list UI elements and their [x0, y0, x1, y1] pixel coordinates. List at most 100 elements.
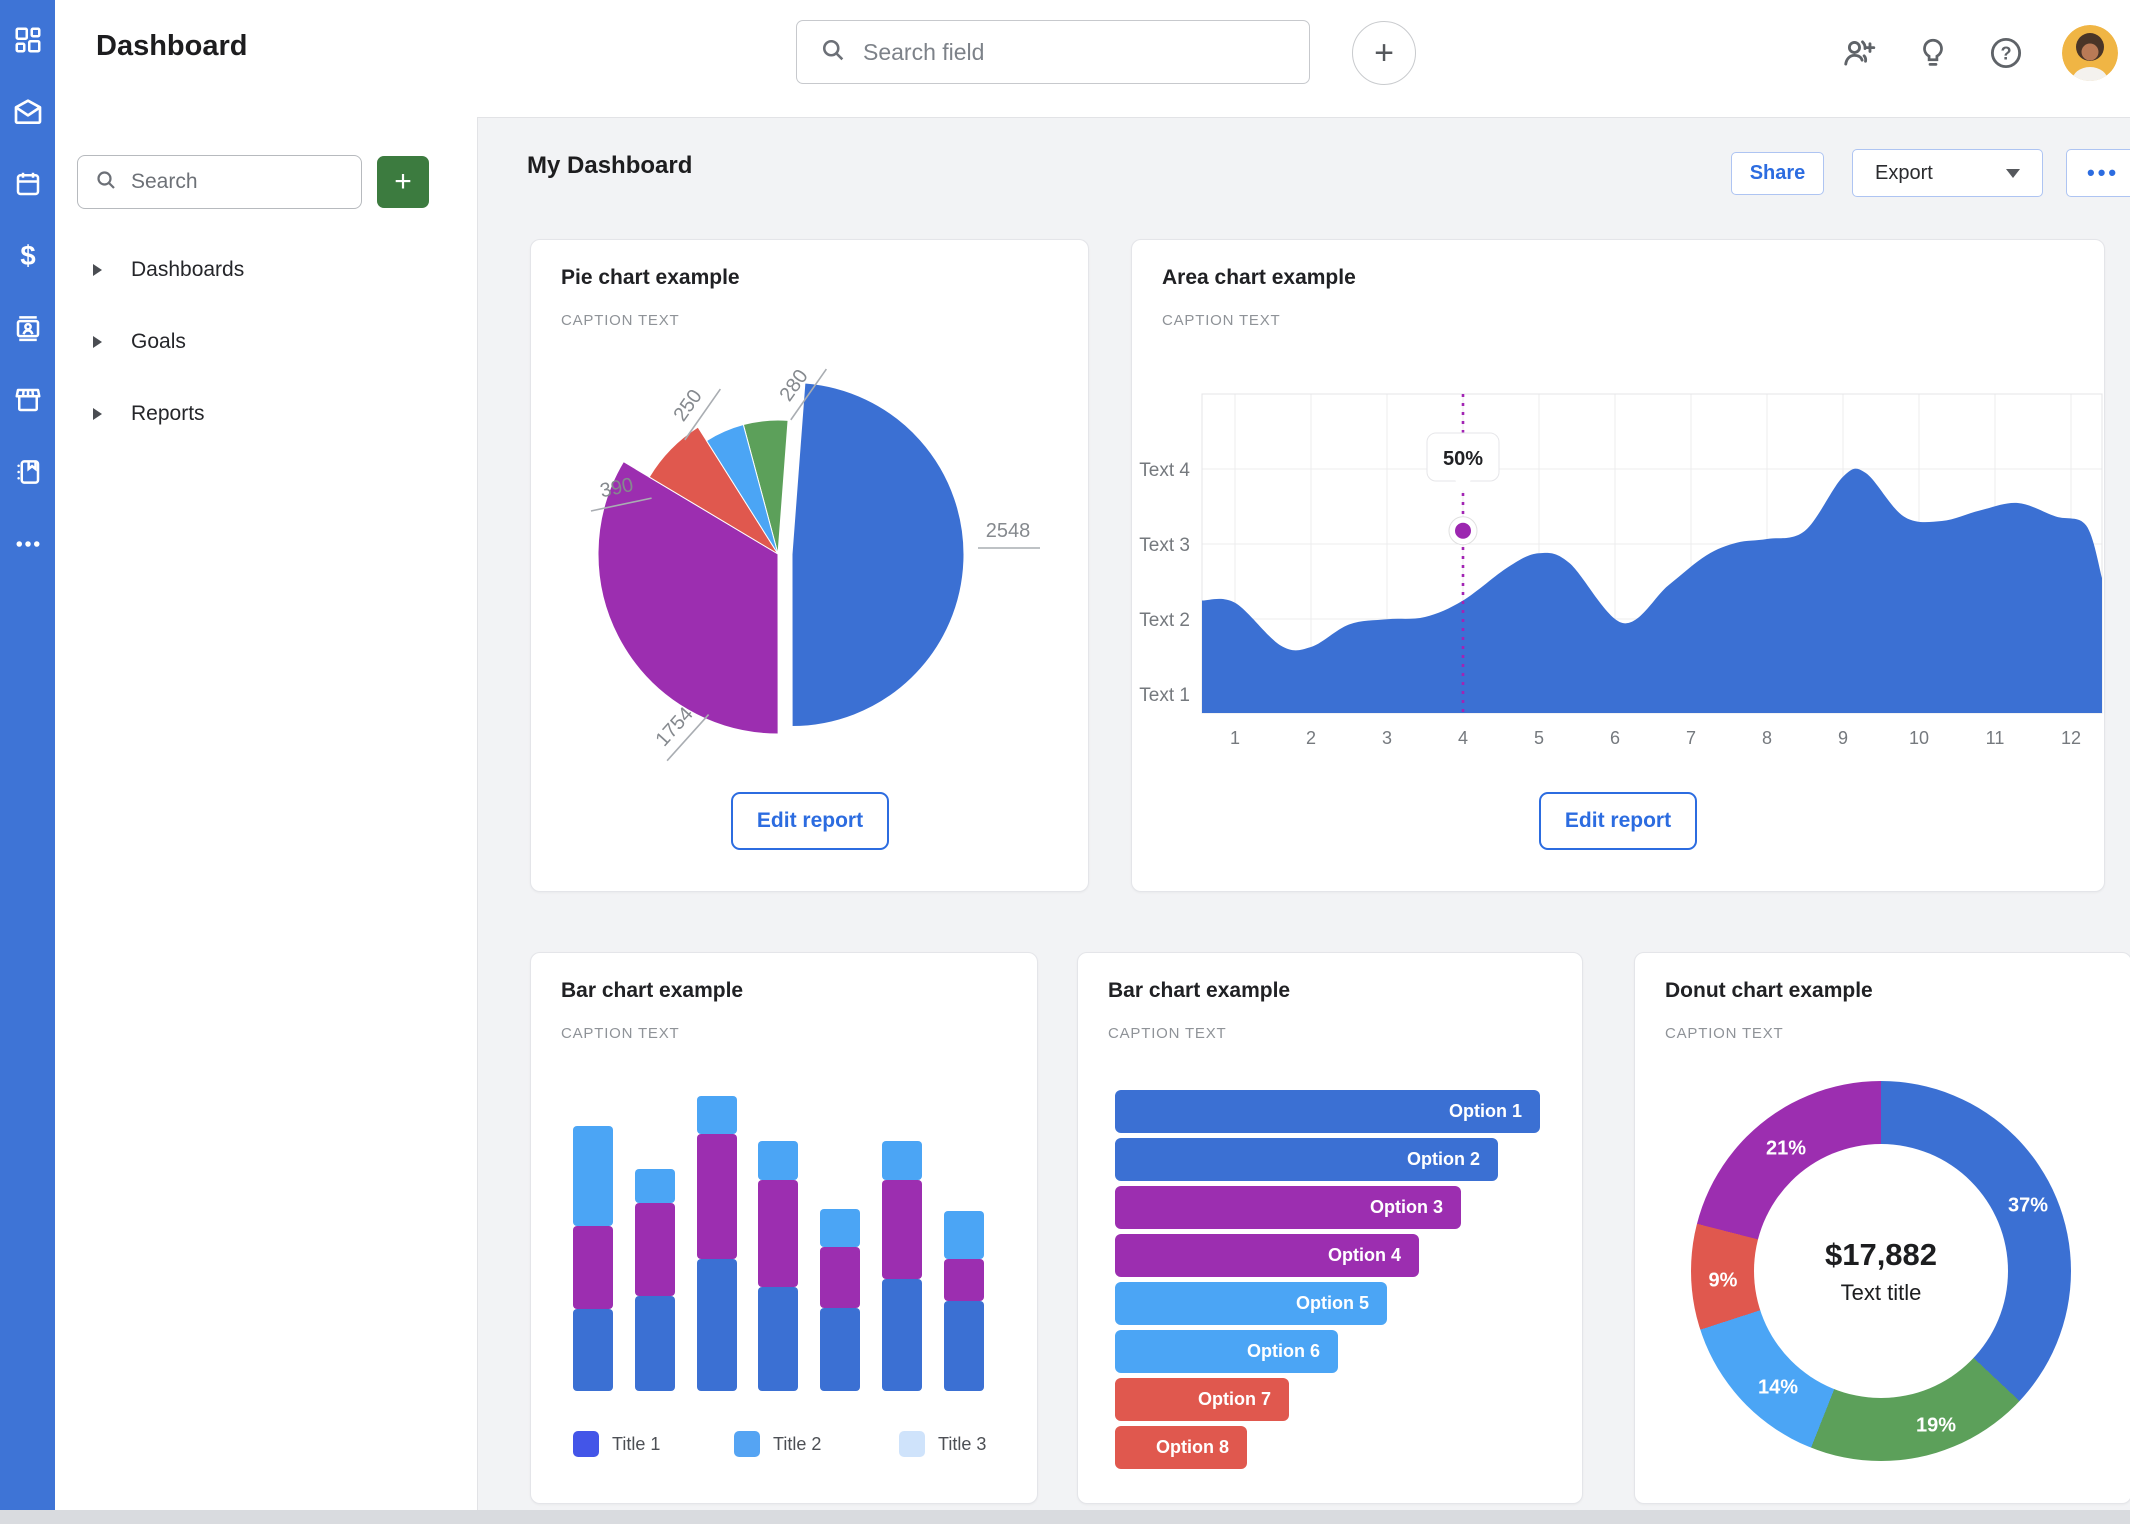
edit-report-button[interactable]: Edit report: [1539, 792, 1697, 850]
sidebar-item-goals[interactable]: Goals: [55, 314, 477, 370]
area-chart-card: Area chart example CAPTION TEXT Text 4Te…: [1131, 239, 2105, 892]
user-avatar[interactable]: [2062, 25, 2118, 81]
horizontal-bar-chart-card: Bar chart example CAPTION TEXT Option 1O…: [1077, 952, 1583, 1504]
svg-text:250: 250: [670, 386, 707, 426]
donut-percentage-label: 21%: [1766, 1138, 1806, 1161]
lightbulb-icon[interactable]: [1913, 33, 1953, 73]
bar-segment: [820, 1209, 860, 1247]
x-axis-label: 2: [1306, 728, 1316, 748]
x-axis-label: 10: [1909, 728, 1929, 748]
bar-segment: [820, 1247, 860, 1308]
card-title: Bar chart example: [1108, 979, 1290, 1003]
top-header: Dashboard Search field +: [0, 0, 2130, 118]
help-icon[interactable]: ?: [1986, 33, 2026, 73]
pie-slice-label: 2548: [978, 520, 1040, 548]
legend-swatch: [573, 1431, 599, 1457]
y-axis-label: Text 4: [1139, 460, 1190, 481]
pie-slice-label: 250: [662, 373, 720, 440]
chevron-right-icon[interactable]: [93, 336, 102, 348]
header-actions: ?: [1840, 33, 2026, 73]
bar-segment: [573, 1126, 613, 1226]
export-button[interactable]: Export: [1852, 149, 2043, 197]
chevron-right-icon[interactable]: [93, 264, 102, 276]
donut-percentage-label: 37%: [2008, 1195, 2048, 1218]
bar-segment: [820, 1308, 860, 1391]
legend-item: Title 1: [573, 1431, 660, 1457]
hbar-row: Option 2: [1115, 1138, 1498, 1181]
window-bottom-edge: [0, 1510, 2130, 1524]
chevron-down-icon: [2006, 169, 2020, 178]
card-title: Donut chart example: [1665, 979, 1873, 1003]
hbar-row: Option 5: [1115, 1282, 1387, 1325]
tooltip-pointer: [1455, 480, 1471, 491]
search-icon: [94, 168, 118, 197]
inbox-icon[interactable]: [12, 96, 44, 128]
global-search-input[interactable]: Search field: [796, 20, 1310, 84]
bar-segment: [697, 1096, 737, 1134]
card-caption: CAPTION TEXT: [1108, 1025, 1227, 1042]
bar-segment: [635, 1296, 675, 1391]
legend-item: Title 3: [899, 1431, 986, 1457]
x-axis-label: 3: [1382, 728, 1392, 748]
sidebar-search-input[interactable]: Search: [77, 155, 362, 209]
x-axis-label: 1: [1230, 728, 1240, 748]
donut-center-value: $17,882: [1825, 1237, 1937, 1273]
add-button[interactable]: +: [1352, 21, 1416, 85]
bar-segment: [944, 1259, 984, 1301]
sidebar-search-placeholder: Search: [131, 170, 198, 194]
legend-swatch: [899, 1431, 925, 1457]
donut-percentage-label: 9%: [1709, 1270, 1738, 1293]
sidebar-item-label: Goals: [131, 330, 186, 354]
legend-item: Title 2: [734, 1431, 821, 1457]
finance-icon[interactable]: $: [12, 240, 44, 272]
x-axis-label: 12: [2061, 728, 2081, 748]
legend-label: Title 1: [612, 1434, 660, 1455]
sidebar-item-reports[interactable]: Reports: [55, 386, 477, 442]
hbar-row: Option 6: [1115, 1330, 1338, 1373]
sidebar-item-dashboards[interactable]: Dashboards: [55, 242, 477, 298]
legend-label: Title 2: [773, 1434, 821, 1455]
x-axis-label: 7: [1686, 728, 1696, 748]
x-axis-label: 8: [1762, 728, 1772, 748]
chevron-right-icon[interactable]: [93, 408, 102, 420]
legend-label: Title 3: [938, 1434, 986, 1455]
donut-chart-card: Donut chart example CAPTION TEXT $17,882…: [1634, 952, 2130, 1504]
bar-segment: [573, 1226, 613, 1309]
y-axis-label: Text 2: [1139, 610, 1190, 631]
hbar-row: Option 7: [1115, 1378, 1289, 1421]
svg-text:$: $: [20, 241, 35, 271]
contacts-icon[interactable]: [12, 312, 44, 344]
nav-rail: $: [0, 0, 55, 1510]
bar-segment: [758, 1141, 798, 1180]
sidebar-item-label: Reports: [131, 402, 205, 426]
x-axis-label: 9: [1838, 728, 1848, 748]
page-title: Dashboard: [96, 30, 247, 63]
legend-swatch: [734, 1431, 760, 1457]
y-axis-label: Text 3: [1139, 535, 1190, 556]
svg-text:2548: 2548: [986, 520, 1031, 542]
card-title: Bar chart example: [561, 979, 743, 1003]
edit-report-button[interactable]: Edit report: [731, 792, 889, 850]
sidebar-item-label: Dashboards: [131, 258, 244, 282]
search-icon: [819, 36, 847, 69]
bar-segment: [944, 1211, 984, 1259]
grid-icon[interactable]: [12, 24, 44, 56]
store-icon[interactable]: [12, 384, 44, 416]
share-button[interactable]: Share: [1731, 152, 1824, 195]
area-series: [1202, 469, 2102, 713]
svg-text:?: ?: [2000, 44, 2011, 64]
calendar-icon[interactable]: [12, 168, 44, 200]
more-icon[interactable]: [12, 528, 44, 560]
invite-user-icon[interactable]: [1840, 33, 1880, 73]
x-axis-label: 4: [1458, 728, 1468, 748]
bar-segment: [758, 1287, 798, 1391]
sidebar-add-button[interactable]: +: [377, 156, 429, 208]
app-window: Dashboard Search field +: [0, 0, 2130, 1524]
more-options-button[interactable]: •••: [2066, 149, 2130, 197]
marker-dot: [1455, 523, 1471, 539]
hbar-row: Option 3: [1115, 1186, 1461, 1229]
export-label: Export: [1875, 162, 1933, 185]
dashboard-title: My Dashboard: [527, 152, 692, 180]
notebook-icon[interactable]: [12, 456, 44, 488]
pie-slice: [792, 383, 964, 727]
